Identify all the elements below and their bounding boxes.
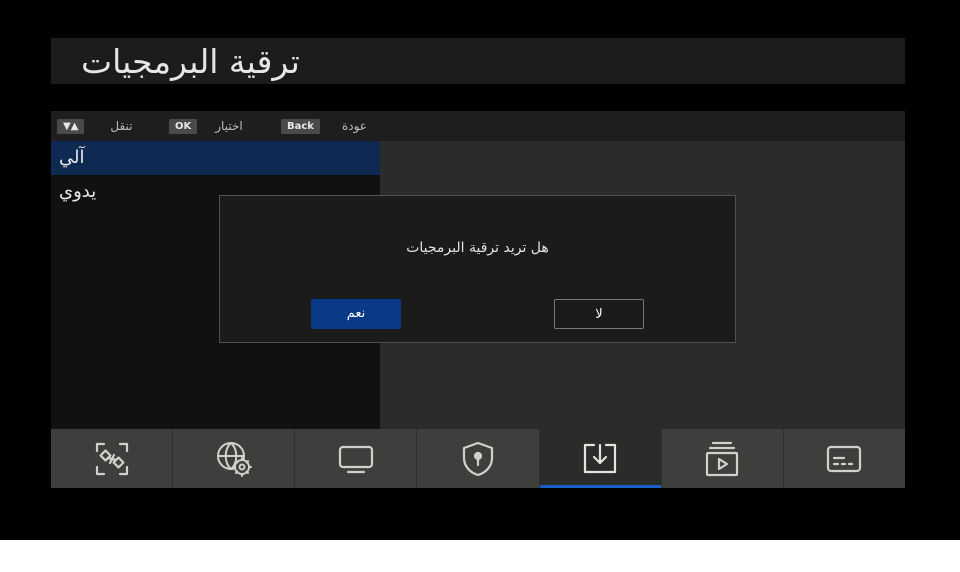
title-bar: ترقية البرمجيات [51,38,905,84]
network-settings-icon [216,441,252,477]
page-title: ترقية البرمجيات [81,42,300,81]
menu-item-network[interactable] [173,429,296,488]
yes-button[interactable]: نعم [311,299,401,329]
parental-lock-shield-icon [462,441,494,476]
menu-item-tv[interactable] [295,429,418,488]
menu-item-parental-lock[interactable] [417,429,540,488]
back-key-badge: Back [281,118,320,134]
list-item-automatic[interactable]: آلي [51,141,380,175]
menu-item-software-upgrade[interactable] [539,429,662,488]
hint-back: Back عودة [281,111,367,141]
menu-item-satellite[interactable] [51,429,174,488]
hint-navigate: ▼▲ تنقل [57,111,133,141]
confirm-dialog: هل تريد ترقية البرمجيات نعم لا [219,195,736,343]
hint-select-label: اختيار [215,119,243,133]
tv-icon [338,445,373,473]
dialog-message: هل تريد ترقية البرمجيات [406,240,549,256]
media-player-icon [706,441,739,476]
nav-arrows-key-icon: ▼▲ [57,118,85,134]
hint-back-label: عودة [341,119,367,133]
menu-icon-bar [51,429,905,488]
no-button[interactable]: لا [554,299,644,329]
software-download-icon [584,443,617,473]
key-hint-bar: ▼▲ تنقل OK اختيار Back عودة [51,111,905,141]
hint-select: OK اختيار [169,111,243,141]
menu-item-media-player[interactable] [662,429,784,488]
subtitle-info-icon [827,445,862,472]
satellite-icon [95,442,128,475]
menu-item-subtitles[interactable] [784,429,905,488]
tv-screen: ترقية البرمجيات ▼▲ تنقل OK اختيار Back ع… [0,0,960,540]
ok-key-badge: OK [169,118,198,134]
hint-navigate-label: تنقل [110,119,133,133]
